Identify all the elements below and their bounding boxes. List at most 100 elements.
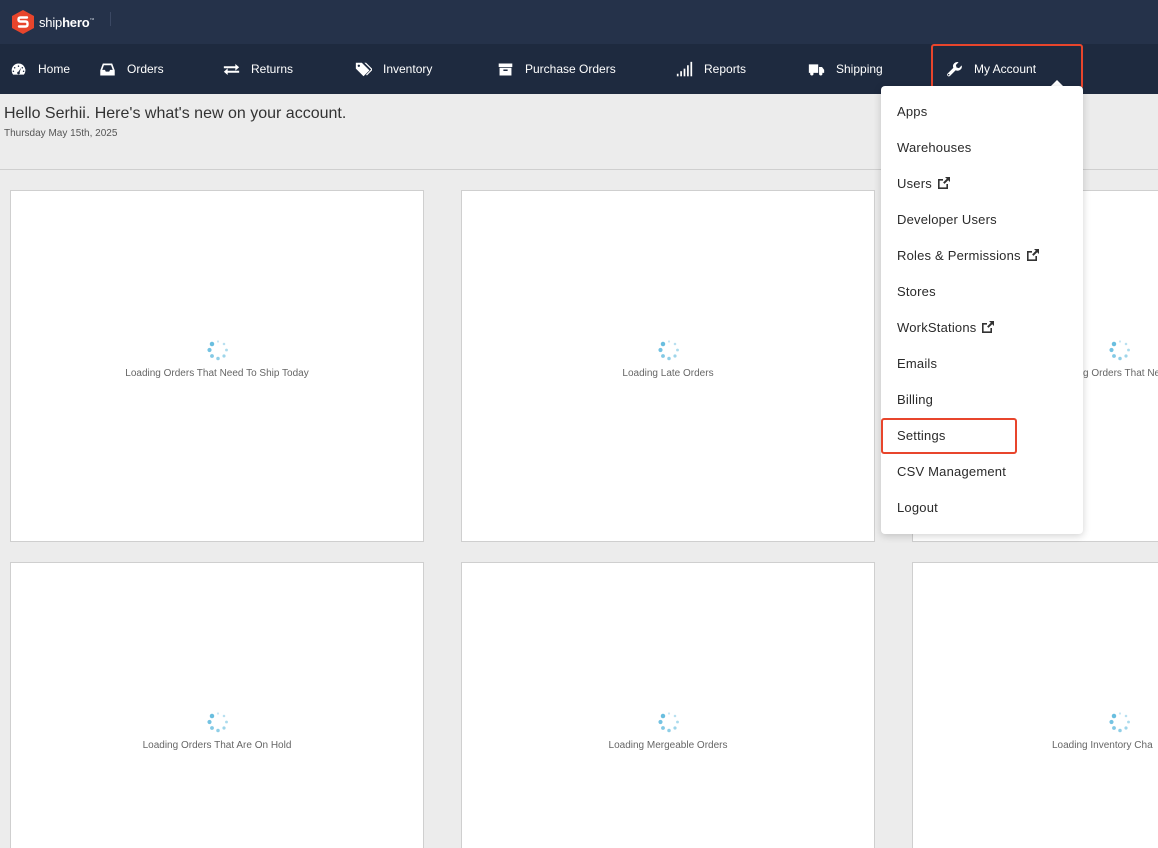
menu-item-logout[interactable]: Logout — [897, 497, 938, 517]
nav-purchase-orders-label: Purchase Orders — [525, 62, 616, 76]
menu-item-stores[interactable]: Stores — [897, 281, 936, 301]
spinner-dot — [1118, 356, 1122, 361]
menu-item-roles-permissions-label: Roles & Permissions — [897, 247, 1021, 263]
spinner-dot — [660, 341, 666, 347]
spinner-dot — [222, 714, 226, 718]
external-link-icon — [982, 321, 995, 333]
my-account-dropdown: Apps Warehouses Users Developer Users Ro… — [881, 86, 1083, 534]
menu-item-logout-label: Logout — [897, 499, 938, 515]
tags-icon — [354, 60, 372, 78]
spinner-dot — [673, 354, 677, 358]
spinner-dot — [660, 713, 666, 719]
menu-item-warehouses[interactable]: Warehouses — [897, 137, 972, 157]
spinner-dot — [1118, 712, 1122, 715]
spinner-dot — [216, 728, 220, 733]
spinner-dot — [673, 714, 677, 718]
spinner-dot — [222, 342, 226, 346]
spinner-dot — [667, 340, 671, 343]
spinner-dot — [225, 348, 228, 352]
spinner-dot — [1127, 348, 1130, 352]
spinner-dot — [673, 342, 677, 346]
menu-item-stores-label: Stores — [897, 283, 936, 299]
menu-item-developer-users[interactable]: Developer Users — [897, 209, 997, 229]
nav-home[interactable]: Home — [9, 44, 70, 94]
loading-spinner-icon — [658, 340, 679, 361]
nav-inventory[interactable]: Inventory — [354, 44, 432, 94]
card-ship-today-label: Loading Orders That Need To Ship Today — [125, 368, 309, 379]
spinner-dot — [661, 726, 665, 730]
shiphero-logo-icon — [12, 10, 34, 34]
spinner-dot — [209, 341, 215, 347]
card-on-hold-label: Loading Orders That Are On Hold — [142, 740, 292, 751]
spinner-dot — [216, 356, 220, 361]
truck-icon — [807, 60, 825, 78]
spinner-dot — [1127, 720, 1130, 724]
menu-item-apps[interactable]: Apps — [897, 101, 927, 121]
nav-returns-label: Returns — [251, 62, 294, 76]
nav-purchase-orders[interactable]: Purchase Orders — [496, 44, 616, 94]
loading-spinner-icon — [1109, 340, 1130, 361]
logo-wordmark: shiphero™ — [39, 14, 95, 30]
loading-spinner-icon — [658, 712, 679, 733]
nav-home-label: Home — [38, 62, 71, 76]
menu-item-emails[interactable]: Emails — [897, 353, 937, 373]
menu-item-workstations-label: WorkStations — [897, 319, 977, 335]
dashboard-icon — [9, 60, 27, 78]
spinner-dot — [225, 720, 228, 724]
spinner-dot — [1124, 342, 1128, 346]
spinner-dot — [667, 712, 671, 715]
loading-spinner-icon — [207, 340, 228, 361]
card-late-orders-label: Loading Late Orders — [622, 368, 714, 379]
spinner-dot — [207, 347, 212, 353]
spinner-dot — [1124, 714, 1128, 718]
card-late-orders: Loading Late Orders — [461, 190, 875, 542]
nav-reports-label: Reports — [704, 62, 747, 76]
spinner-dot — [1124, 726, 1128, 730]
spinner-dot — [1112, 726, 1116, 730]
card-on-hold: Loading Orders That Are On Hold — [10, 562, 424, 848]
spinner-dot — [210, 354, 214, 358]
loading-spinner-icon — [1109, 712, 1130, 733]
spinner-dot — [207, 719, 212, 725]
date-text: Thursday May 15th, 2025 — [4, 128, 118, 139]
spinner-dot — [1111, 341, 1117, 347]
spinner-dot — [1124, 354, 1128, 358]
settings-highlight — [881, 418, 1017, 454]
nav-orders-label: Orders — [127, 62, 164, 76]
nav-orders[interactable]: Orders — [98, 44, 164, 94]
card-inventory-changes-label: Loading Inventory Cha — [1052, 740, 1153, 751]
card-ship-today: Loading Orders That Need To Ship Today — [10, 190, 424, 542]
menu-item-apps-label: Apps — [897, 103, 928, 119]
menu-item-csv-management[interactable]: CSV Management — [897, 461, 1006, 481]
spinner-dot — [1118, 728, 1122, 733]
nav-returns[interactable]: Returns — [222, 44, 293, 94]
spinner-dot — [210, 726, 214, 730]
spinner-dot — [661, 354, 665, 358]
menu-item-roles-permissions[interactable]: Roles & Permissions — [897, 245, 1039, 265]
nav-reports[interactable]: Reports — [675, 44, 746, 94]
brand-divider — [110, 12, 111, 26]
spinner-dot — [658, 719, 663, 725]
spinner-dot — [209, 713, 215, 719]
spinner-dot — [1112, 354, 1116, 358]
spinner-dot — [673, 726, 677, 730]
loading-spinner-icon — [207, 712, 228, 733]
greeting-text: Hello Serhii. Here's what's new on your … — [4, 105, 347, 122]
shiphero-logo[interactable]: shiphero™ — [10, 9, 94, 35]
external-link-icon — [937, 177, 950, 189]
signal-bars-icon — [675, 60, 693, 78]
menu-item-warehouses-label: Warehouses — [897, 139, 972, 155]
menu-item-users[interactable]: Users — [897, 173, 950, 193]
menu-item-workstations[interactable]: WorkStations — [897, 317, 995, 337]
external-link-icon — [1026, 249, 1039, 261]
spinner-dot — [1118, 340, 1122, 343]
nav-shipping-label: Shipping — [836, 62, 883, 76]
nav-shipping[interactable]: Shipping — [807, 44, 883, 94]
menu-item-emails-label: Emails — [897, 355, 938, 371]
spinner-dot — [676, 720, 679, 724]
exchange-icon — [222, 60, 240, 78]
menu-item-users-label: Users — [897, 175, 932, 191]
menu-item-billing[interactable]: Billing — [897, 389, 933, 409]
nav-inventory-label: Inventory — [383, 62, 433, 76]
menu-item-developer-users-label: Developer Users — [897, 211, 997, 227]
